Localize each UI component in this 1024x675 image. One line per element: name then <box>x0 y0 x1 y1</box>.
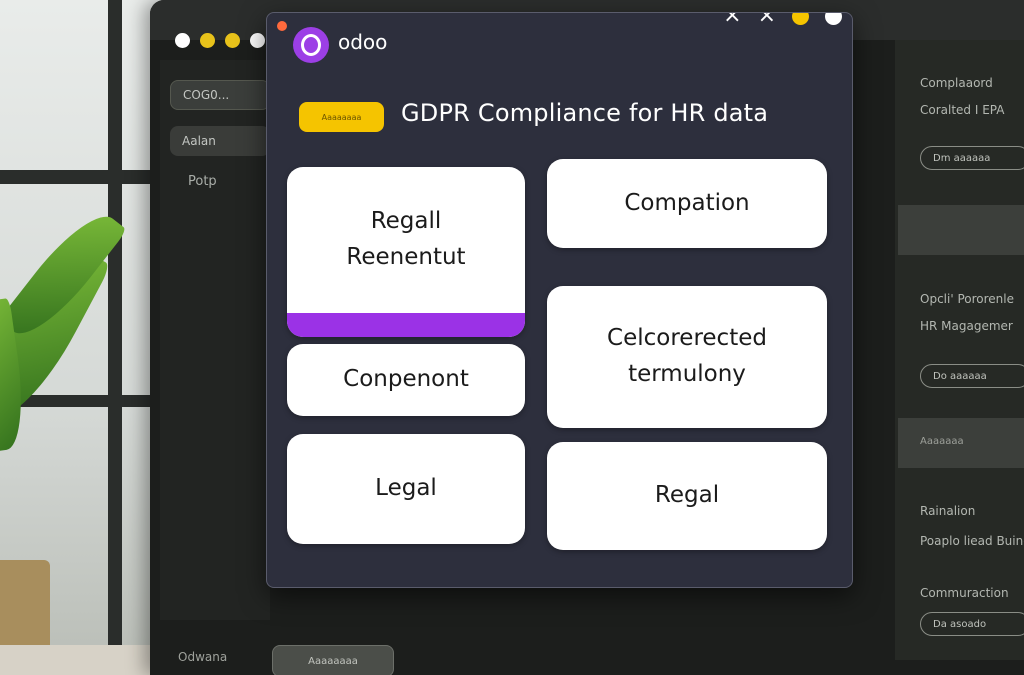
traffic-light-dot[interactable] <box>200 33 215 48</box>
traffic-light-dot[interactable] <box>175 33 190 48</box>
status-dot-icon[interactable] <box>825 13 842 25</box>
panel-heading: Complaaord <box>920 76 993 90</box>
window-controls: × × <box>723 13 842 27</box>
panel-heading: Rainalion <box>920 504 976 518</box>
card-label: Conpenont <box>343 366 469 393</box>
compliance-card[interactable]: Conpenont <box>287 344 525 416</box>
traffic-light-dot[interactable] <box>225 33 240 48</box>
compliance-card[interactable]: Compation <box>547 159 827 248</box>
panel-band: Aaaaaaa <box>898 418 1024 468</box>
compliance-card[interactable]: Regal <box>547 442 827 550</box>
compliance-card[interactable]: Celcorerected termulony <box>547 286 827 428</box>
gdpr-dialog: odoo × × Aaaaaaaa GDPR Compliance for HR… <box>266 12 853 588</box>
sidebar-item[interactable]: Aalan <box>170 126 270 156</box>
panel-pill-button[interactable]: Da asoado <box>920 612 1024 636</box>
sidebar-item[interactable]: Potp <box>188 174 217 189</box>
card-accent-bar <box>287 313 525 337</box>
traffic-light-dot[interactable] <box>250 33 265 48</box>
window-frame <box>108 0 122 675</box>
card-label: Compation <box>624 189 750 216</box>
compliance-card[interactable]: Legal <box>287 434 525 544</box>
brand-name: odoo <box>338 30 388 54</box>
odoo-logo-icon <box>293 27 329 63</box>
page-title: GDPR Compliance for HR data <box>401 99 769 127</box>
panel-subheading: Poaplo liead Buing <box>920 534 1024 548</box>
sidebar-item[interactable]: COG0... <box>170 80 270 110</box>
panel-subheading: Coralted I EPA <box>920 103 1005 117</box>
card-label: Regal <box>654 482 720 509</box>
panel-pill-button[interactable]: Do aaaaaa <box>920 364 1024 388</box>
status-badge[interactable]: Aaaaaaaa <box>299 102 384 132</box>
panel-band <box>898 205 1024 255</box>
close-icon[interactable]: × <box>758 13 776 27</box>
close-dot-icon[interactable] <box>277 21 287 31</box>
panel-heading: Commuraction <box>920 586 1009 600</box>
footer-label: Odwana <box>178 650 228 664</box>
compliance-card[interactable]: Regall Reenentut <box>287 167 525 337</box>
status-dot-icon[interactable] <box>792 13 809 25</box>
right-panel <box>895 40 1024 660</box>
panel-heading: Opcli' Pororenle <box>920 292 1014 306</box>
minimize-icon[interactable]: × <box>723 13 741 27</box>
window-frame <box>0 170 170 184</box>
panel-pill-button[interactable]: Dm aaaaaa <box>920 146 1024 170</box>
card-label: Celcorerected termulony <box>607 325 767 387</box>
card-label: Regall Reenentut <box>346 208 466 270</box>
panel-subheading: HR Magagemer <box>920 319 1013 333</box>
footer-button[interactable]: Aaaaaaaa <box>272 645 394 675</box>
panel-band-label: Aaaaaaa <box>920 436 964 447</box>
card-label: Legal <box>375 475 437 502</box>
